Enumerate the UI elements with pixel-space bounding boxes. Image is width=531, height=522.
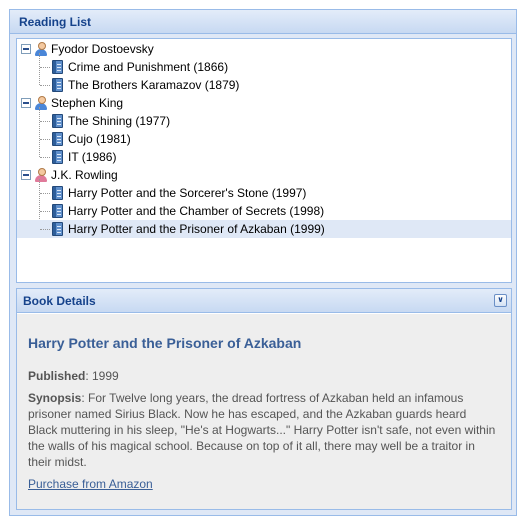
book-details-title: Book Details: [23, 294, 96, 308]
book-icon: [52, 60, 63, 74]
author-label: Stephen King: [51, 96, 124, 110]
published-label: Published: [28, 369, 86, 383]
tree-node-book[interactable]: Harry Potter and the Sorcerer's Stone (1…: [17, 184, 511, 202]
book-icon: [52, 204, 63, 218]
book-icon: [52, 114, 63, 128]
tree-connector-line: [40, 121, 50, 122]
book-label: Harry Potter and the Sorcerer's Stone (1…: [68, 186, 307, 200]
synopsis: Synopsis: For Twelve long years, the dre…: [28, 390, 498, 470]
tree-node-book[interactable]: IT (1986): [17, 148, 511, 166]
synopsis-label: Synopsis: [28, 391, 82, 405]
book-label: Crime and Punishment (1866): [68, 60, 229, 74]
book-label: The Shining (1977): [68, 114, 171, 128]
book-label: Harry Potter and the Prisoner of Azkaban…: [68, 222, 325, 236]
user-icon: [33, 41, 49, 57]
collapse-toggle-icon[interactable]: [21, 44, 31, 54]
author-label: J.K. Rowling: [51, 168, 118, 182]
tree-connector-line: [40, 139, 50, 140]
tree-node-author[interactable]: Fyodor Dostoevsky: [17, 40, 511, 58]
book-label: The Brothers Karamazov (1879): [68, 78, 240, 92]
tree-connector-line: [40, 67, 50, 68]
tree-connector-line: [40, 229, 50, 230]
book-label: IT (1986): [68, 150, 117, 164]
book-icon: [52, 186, 63, 200]
user-icon: [33, 95, 49, 111]
tree-connector-line: [40, 193, 50, 194]
tree-connector-line: [40, 157, 50, 158]
book-tree: Fyodor Dostoevsky Crime and Punishment (1…: [16, 38, 512, 283]
collapse-toggle-icon[interactable]: [21, 98, 31, 108]
tree-node-book[interactable]: Crime and Punishment (1866): [17, 58, 511, 76]
published-line: Published: 1999: [28, 369, 119, 383]
book-icon: [52, 222, 63, 236]
book-details-body: Harry Potter and the Prisoner of Azkaban…: [17, 314, 511, 509]
author-label: Fyodor Dostoevsky: [51, 42, 154, 56]
tree-node-book[interactable]: Harry Potter and the Chamber of Secrets …: [17, 202, 511, 220]
tree-node-author[interactable]: Stephen King: [17, 94, 511, 112]
panel-title: Reading List: [10, 10, 516, 34]
book-label: Harry Potter and the Chamber of Secrets …: [68, 204, 325, 218]
book-title: Harry Potter and the Prisoner of Azkaban: [28, 335, 302, 351]
user-female-icon: [33, 167, 49, 183]
book-label: Cujo (1981): [68, 132, 131, 146]
book-details-panel: Book Details ∨ Harry Potter and the Pris…: [16, 288, 512, 510]
tree-connector-line: [40, 211, 50, 212]
tree-connector-line: [40, 85, 50, 86]
double-chevron-down-icon[interactable]: ∨: [494, 294, 507, 307]
book-icon: [52, 150, 63, 164]
tree-node-book[interactable]: The Brothers Karamazov (1879): [17, 76, 511, 94]
book-icon: [52, 132, 63, 146]
reading-list-panel: Reading List Fyodor Dostoevsky Crime and …: [9, 9, 517, 516]
published-value: : 1999: [85, 369, 119, 383]
collapse-toggle-icon[interactable]: [21, 170, 31, 180]
book-details-header: Book Details: [17, 289, 511, 313]
tree-node-book[interactable]: Cujo (1981): [17, 130, 511, 148]
tree-node-book[interactable]: Harry Potter and the Prisoner of Azkaban…: [17, 220, 511, 238]
purchase-link[interactable]: Purchase from Amazon: [28, 477, 153, 491]
book-icon: [52, 78, 63, 92]
tree-node-book[interactable]: The Shining (1977): [17, 112, 511, 130]
synopsis-text: : For Twelve long years, the dread fortr…: [28, 391, 496, 469]
tree-node-author[interactable]: J.K. Rowling: [17, 166, 511, 184]
